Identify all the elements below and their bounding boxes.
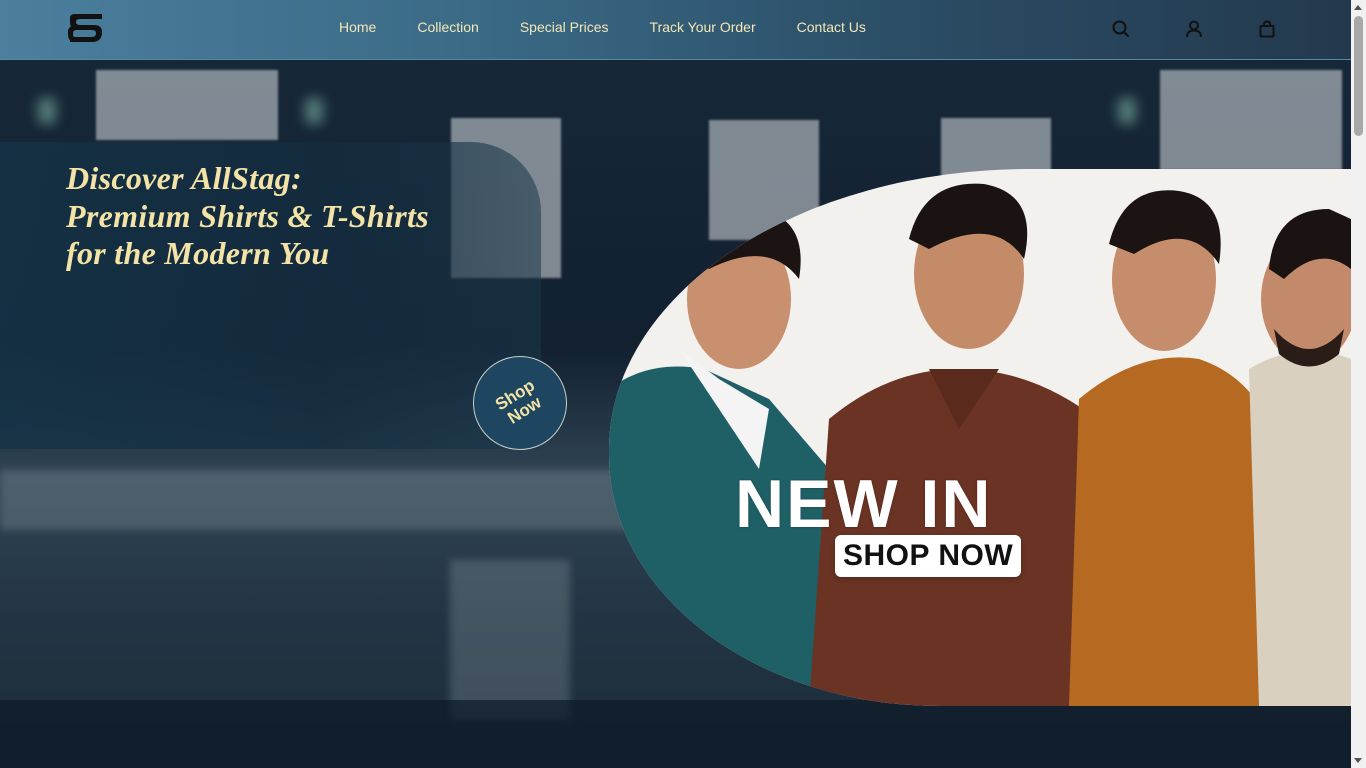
cart-button[interactable]	[1256, 18, 1278, 40]
nav-contact-us[interactable]: Contact Us	[797, 18, 866, 36]
shopping-bag-icon	[1259, 20, 1275, 38]
promo-headline: NEW IN	[735, 466, 993, 542]
nav-special-prices[interactable]: Special Prices	[520, 18, 609, 36]
new-in-promo-banner[interactable]: NEW IN SHOP NOW	[609, 169, 1351, 706]
search-button[interactable]	[1110, 18, 1132, 40]
hero-title-line-2: Premium Shirts & T-Shirts	[66, 197, 429, 234]
promo-shop-now-button[interactable]: SHOP NOW	[835, 535, 1022, 577]
nav-collection[interactable]: Collection	[417, 18, 478, 36]
hero-title: Discover AllStag: Premium Shirts & T-Shi…	[66, 160, 506, 273]
site-logo[interactable]	[66, 12, 106, 44]
model-image-teal-polo	[609, 169, 839, 706]
page-scrollbar[interactable]	[1351, 0, 1366, 768]
nav-track-order[interactable]: Track Your Order	[650, 18, 756, 36]
shop-now-label: Shop Now	[491, 375, 545, 428]
site-header: Home Collection Special Prices Track You…	[0, 0, 1351, 60]
scroll-up-arrow-icon[interactable]	[1354, 5, 1362, 10]
hero-title-line-1: Discover AllStag:	[66, 160, 302, 196]
scrollbar-thumb[interactable]	[1354, 16, 1363, 136]
account-button[interactable]	[1183, 18, 1205, 40]
scroll-down-arrow-icon[interactable]	[1354, 758, 1362, 763]
allstag-logo-icon	[68, 14, 102, 42]
model-image-beige-shirt	[1229, 169, 1351, 706]
main-nav: Home Collection Special Prices Track You…	[339, 18, 907, 36]
shop-now-button[interactable]: Shop Now	[473, 356, 567, 450]
nav-home[interactable]: Home	[339, 18, 376, 36]
hero-title-line-3: for the Modern You	[66, 235, 330, 271]
search-icon	[1112, 20, 1129, 37]
header-actions	[1110, 18, 1329, 40]
user-icon	[1186, 20, 1202, 38]
